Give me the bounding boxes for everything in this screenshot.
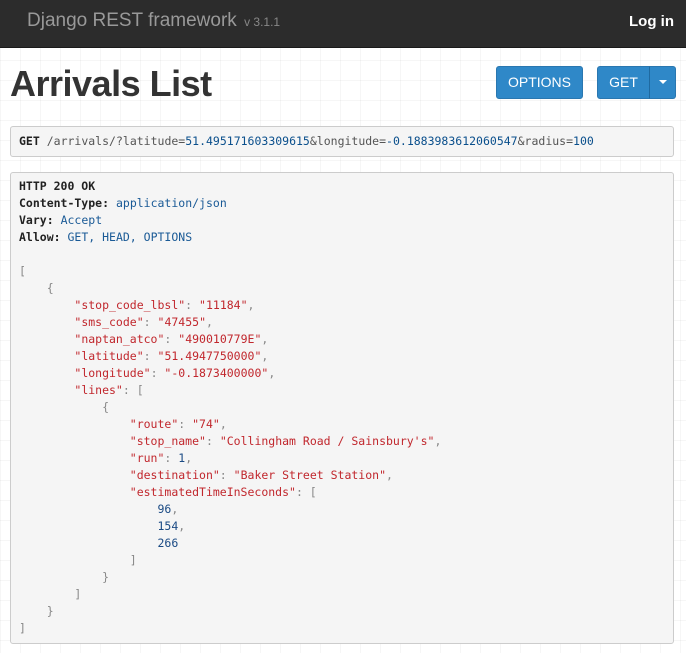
navbar: Django REST framework v 3.1.1 Log in xyxy=(0,0,686,48)
json-value: 96 xyxy=(157,502,172,516)
version-label: v 3.1.1 xyxy=(244,15,281,29)
json-line: "run": 1, xyxy=(129,451,193,465)
json-line: 96, xyxy=(157,502,179,516)
param-value: 51.495171603309615 xyxy=(185,134,310,148)
header-value: Accept xyxy=(60,213,103,227)
json-value: 11184 xyxy=(205,298,241,312)
page-title: Arrivals List xyxy=(10,63,212,104)
json-line: "lines": [ xyxy=(74,383,144,397)
brand[interactable]: Django REST framework v 3.1.1 xyxy=(27,10,280,32)
json-line: "naptan_atco": "490010779E", xyxy=(74,332,269,346)
login-link[interactable]: Log in xyxy=(629,13,674,30)
json-value: 154 xyxy=(157,519,179,533)
header-name: Vary xyxy=(19,213,47,227)
json-value: Baker Street Station xyxy=(240,468,380,482)
json-line: ] xyxy=(19,621,26,635)
response-status: HTTP 200 OK xyxy=(19,179,96,193)
json-line: "latitude": "51.4947750000", xyxy=(74,349,269,363)
get-format-dropdown-toggle[interactable] xyxy=(649,66,676,99)
json-line: 266 xyxy=(19,535,665,552)
request-method: GET xyxy=(19,134,40,148)
request-info: GET /arrivals/?latitude=51.4951716033096… xyxy=(10,126,674,157)
json-line: "route": "74", xyxy=(129,417,227,431)
json-line: [ xyxy=(19,264,26,278)
param-key: latitude xyxy=(122,134,179,148)
json-line: } xyxy=(46,604,54,618)
param-value: 100 xyxy=(573,134,594,148)
chevron-down-icon xyxy=(658,80,667,85)
json-line: { xyxy=(102,400,110,414)
json-value: Collingham Road / Sainsbury's xyxy=(226,434,428,448)
brand-name[interactable]: Django REST framework xyxy=(27,10,237,31)
json-line: ] xyxy=(129,553,137,567)
header-value: GET, HEAD, OPTIONS xyxy=(67,230,193,244)
json-line: "stop_name": "Collingham Road / Sainsbur… xyxy=(129,434,442,448)
json-line: 154, xyxy=(157,519,186,533)
header-name: Content-Type xyxy=(19,196,103,210)
param-key: radius xyxy=(524,134,567,148)
json-value: 266 xyxy=(157,536,179,550)
json-line: "estimatedTimeInSeconds": [ xyxy=(129,485,317,499)
json-value: 490010779E xyxy=(185,332,255,346)
param-key: longitude xyxy=(316,134,380,148)
json-line: ] xyxy=(74,587,82,601)
json-line: "stop_code_lbsl": "11184", xyxy=(74,298,255,312)
header-value: application/json xyxy=(115,196,227,210)
json-line: { xyxy=(46,281,54,295)
request-path: /arrivals/ xyxy=(46,134,116,148)
json-line: } xyxy=(102,570,110,584)
header-name: Allow xyxy=(19,230,54,244)
response-info: HTTP 200 OK Content-Type: application/js… xyxy=(10,172,674,644)
json-line: "sms_code": "47455", xyxy=(74,315,213,329)
json-value: 51.4947750000 xyxy=(164,349,255,363)
param-value: -0.1883983612060547 xyxy=(386,134,518,148)
get-button[interactable]: GET xyxy=(597,66,650,99)
json-value: -0.1873400000 xyxy=(171,366,262,380)
json-value: 47455 xyxy=(164,315,200,329)
json-line: "longitude": "-0.1873400000", xyxy=(74,366,276,380)
json-value: 74 xyxy=(199,417,213,431)
options-button[interactable]: OPTIONS xyxy=(496,66,583,99)
json-line: "destination": "Baker Street Station", xyxy=(129,468,393,482)
